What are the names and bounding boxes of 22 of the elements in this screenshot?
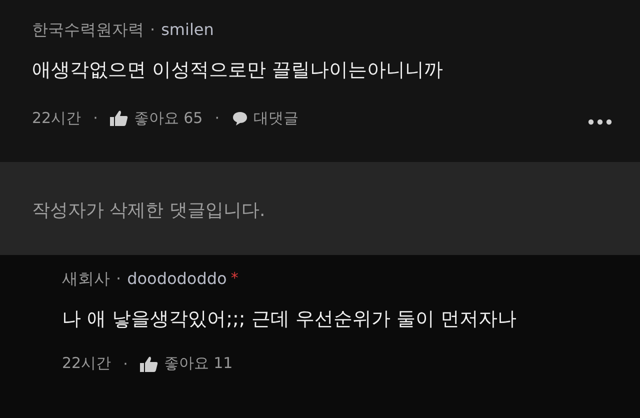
company-name: 한국수력원자력	[32, 20, 144, 41]
author-asterisk: *	[230, 269, 238, 287]
company-name: 새회사	[62, 269, 110, 290]
thumbs-up-icon	[140, 356, 158, 372]
reply-button[interactable]: 대댓글	[232, 108, 299, 128]
comment-text: 애생각없으면 이성적으로만 끌릴나이는아니니까	[32, 58, 444, 83]
deleted-comment-notice: 작성자가 삭제한 댓글입니다.	[0, 162, 640, 255]
timestamp: 22시간	[62, 354, 112, 373]
separator-dot: ·	[92, 109, 99, 127]
separator-dot: ·	[150, 20, 156, 39]
separator-dot: ·	[122, 354, 129, 372]
separator-dot: ·	[214, 109, 221, 127]
like-button[interactable]: 좋아요 65	[110, 108, 203, 128]
speech-bubble-icon	[232, 110, 248, 126]
comment-text: 나 애 낳을생각있어;;; 근데 우선순위가 둘이 먼저자나	[62, 307, 518, 332]
timestamp: 22시간	[32, 108, 82, 128]
more-icon	[588, 119, 612, 125]
thumbs-up-icon	[110, 110, 128, 126]
like-button[interactable]: 좋아요 11	[140, 354, 233, 373]
username[interactable]: smilen	[161, 20, 214, 39]
username[interactable]: doodododdo	[127, 269, 227, 288]
separator-dot: ·	[116, 269, 122, 288]
